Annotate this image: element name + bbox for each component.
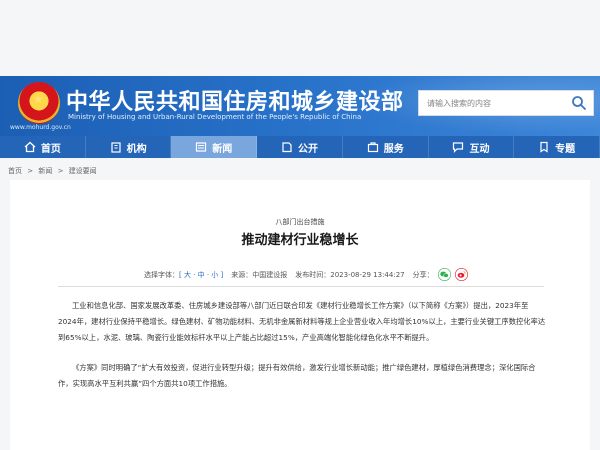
article-publish-time: 发布时间：2023-08-29 13:44:27	[295, 270, 405, 279]
meta-divider	[58, 286, 544, 287]
breadcrumb-current[interactable]: 建设要闻	[69, 167, 97, 175]
article-meta: 选择字体： [ 大 · 中 · 小 ] 来源：中国建设报 发布时间：2023-0…	[144, 268, 468, 281]
breadcrumb-separator: >	[27, 167, 34, 175]
nav-item-label: 公开	[298, 143, 319, 155]
breadcrumb: 首页 > 新闻 > 建设要闻	[8, 166, 100, 176]
nav-item-label: 机构	[126, 143, 147, 155]
national-emblem-icon: ★	[18, 82, 60, 124]
nav-item-topic[interactable]: 专题	[514, 136, 600, 158]
article-paragraph: 工业和信息化部、国家发展改革委、住房城乡建设部等八部门近日联合印发《建材行业稳增…	[58, 301, 546, 342]
chat-icon	[453, 142, 464, 153]
article-kicker: 八部门出台措施	[275, 218, 325, 226]
weibo-share-icon[interactable]	[454, 268, 468, 281]
nav-item-service[interactable]: 服务	[343, 136, 429, 158]
wechat-share-icon[interactable]	[437, 268, 451, 281]
breadcrumb-separator: >	[57, 167, 64, 175]
topic-icon	[540, 141, 548, 153]
nav-item-label: 新闻	[212, 143, 233, 155]
site-title-en: Ministry of Housing and Urban-Rural Deve…	[68, 113, 362, 121]
site-url: www.mohurd.gov.cn	[10, 124, 71, 131]
site-title-cn[interactable]: 中华人民共和国住房和城乡建设部	[66, 84, 404, 116]
nav-item-label: 互动	[469, 143, 490, 155]
article-source: 来源：中国建设报	[231, 270, 288, 279]
open-icon	[282, 142, 292, 153]
main-nav: 首页 机构 新闻 公开 服务 互动 专题	[0, 136, 600, 158]
breadcrumb-news[interactable]: 新闻	[38, 167, 52, 175]
building-icon	[110, 142, 121, 153]
share-label: 分享：	[412, 270, 434, 279]
nav-item-org[interactable]: 机构	[86, 136, 172, 158]
search-icon[interactable]	[571, 95, 587, 111]
nav-item-interact[interactable]: 互动	[429, 136, 515, 158]
font-size-label: 选择字体：	[144, 270, 179, 279]
article-title: 推动建材行业稳增长	[241, 233, 359, 248]
search-box	[418, 90, 594, 116]
font-size-switcher[interactable]: [ 大 · 中 · 小 ]	[179, 270, 223, 280]
nav-item-home[interactable]: 首页	[0, 136, 86, 158]
nav-item-label: 服务	[383, 143, 404, 155]
news-icon	[196, 142, 207, 152]
home-icon	[24, 141, 36, 153]
article-card: 八部门出台措施 推动建材行业稳增长 选择字体： [ 大 · 中 · 小 ] 来源…	[10, 180, 590, 450]
breadcrumb-home[interactable]: 首页	[8, 167, 22, 175]
search-input[interactable]	[419, 91, 563, 116]
nav-item-label: 首页	[40, 143, 61, 155]
service-icon	[367, 142, 378, 153]
nav-item-news[interactable]: 新闻	[171, 136, 258, 158]
nav-item-label: 专题	[555, 143, 576, 155]
article-paragraph: 《方案》同时明确了“扩大有效投资，促进行业转型升级；提升有效供给，激发行业增长新…	[58, 363, 536, 388]
nav-item-public[interactable]: 公开	[257, 136, 343, 158]
site-header: ★ www.mohurd.gov.cn 中华人民共和国住房和城乡建设部 Mini…	[0, 76, 600, 136]
